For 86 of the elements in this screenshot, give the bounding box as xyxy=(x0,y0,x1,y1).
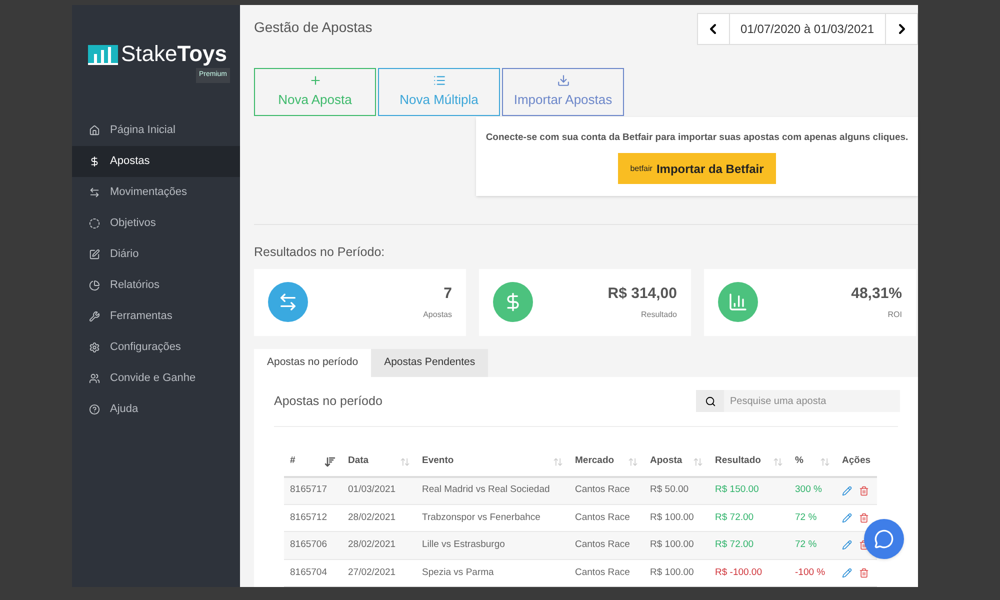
edit-icon xyxy=(89,249,100,260)
table-cell: Trabzonspor vs Fenerbahce xyxy=(422,512,540,523)
sidebar-item[interactable]: Diário xyxy=(72,239,240,270)
chat-icon xyxy=(874,529,894,549)
table-cell: R$ 100.00 xyxy=(650,512,694,523)
arrows-icon xyxy=(89,187,100,198)
delete-icon[interactable] xyxy=(859,568,869,578)
delete-icon[interactable] xyxy=(859,512,869,523)
list-icon xyxy=(432,74,446,87)
results-title: Resultados no Período: xyxy=(253,244,386,261)
table-cell: Spezia vs Parma xyxy=(422,566,494,578)
dollar-icon xyxy=(89,156,100,167)
stat-label: ROI xyxy=(888,308,902,321)
sidebar-item[interactable]: Movimentações xyxy=(72,177,240,208)
table-cell: R$ 150.00 xyxy=(715,484,759,496)
sidebar-item[interactable]: Configurações xyxy=(72,332,240,363)
table-cell: 27/02/2021 xyxy=(348,566,396,578)
column-header[interactable]: Mercado xyxy=(575,454,614,469)
stat-label: Apostas xyxy=(423,308,452,321)
column-header[interactable]: Aposta xyxy=(650,454,682,469)
wrench-icon xyxy=(89,311,100,322)
sidebar-item[interactable]: Convide e Ganhe xyxy=(72,363,240,394)
table-cell: 72 % xyxy=(795,512,817,523)
table-cell: R$ -100.00 xyxy=(715,566,762,578)
table-cell: Real Madrid vs Real Sociedad xyxy=(422,484,550,496)
table-cell: R$ 100.00 xyxy=(650,566,694,578)
table-cell: 72 % xyxy=(795,539,817,550)
pie-chart-icon xyxy=(89,280,100,291)
table-cell: 28/02/2021 xyxy=(348,539,396,550)
column-header[interactable]: # xyxy=(290,454,296,469)
circle-icon xyxy=(89,218,100,229)
table-cell: 300 % xyxy=(795,484,822,496)
logo-text: StakeToys xyxy=(121,43,227,65)
help-icon xyxy=(89,404,100,415)
table-title: Apostas no período xyxy=(274,392,382,410)
edit-icon[interactable] xyxy=(842,486,852,496)
table-cell: Cantos Race xyxy=(575,566,630,578)
table-cell: 28/02/2021 xyxy=(348,512,396,523)
table-cell: 8165712 xyxy=(290,512,327,523)
table-cell: R$ 72.00 xyxy=(715,512,754,523)
tab[interactable]: Apostas Pendentes xyxy=(371,348,488,376)
table-cell: Cantos Race xyxy=(575,484,630,496)
table-cell: R$ 72.00 xyxy=(715,539,754,550)
betfair-import-button[interactable]: betfair Importar da Betfair xyxy=(618,153,776,184)
search-icon xyxy=(704,396,716,406)
table-cell: -100 % xyxy=(795,566,826,578)
edit-icon[interactable] xyxy=(842,540,852,550)
edit-icon[interactable] xyxy=(842,568,852,578)
column-header[interactable]: Evento xyxy=(422,454,454,469)
table-cell: Cantos Race xyxy=(575,539,630,550)
sort-icon[interactable] xyxy=(324,456,336,468)
arrows-icon xyxy=(278,292,298,312)
bar-chart-icon xyxy=(728,292,748,312)
table-cell: 8165717 xyxy=(290,484,327,496)
column-header[interactable]: Data xyxy=(348,454,369,469)
page-title: Gestão de Apostas xyxy=(254,18,372,37)
table-cell: Lille vs Estrasburgo xyxy=(422,539,505,550)
sidebar-item[interactable]: Relatórios xyxy=(72,270,240,301)
betfair-message: Conecte-se com sua conta da Betfair para importar suas apostas com apenas alguns cliques. xyxy=(486,130,908,145)
sidebar-item[interactable]: Página Inicial xyxy=(72,115,240,146)
sidebar-item[interactable]: Apostas xyxy=(72,146,240,177)
table-cell: Cantos Race xyxy=(575,512,630,523)
table-cell: R$ 50.00 xyxy=(650,484,689,496)
column-header[interactable]: Resultado xyxy=(715,454,761,469)
sidebar-item[interactable]: Ferramentas xyxy=(72,301,240,332)
sidebar-item[interactable]: Objetivos xyxy=(72,208,240,239)
edit-icon[interactable] xyxy=(842,512,852,523)
delete-icon[interactable] xyxy=(859,486,869,496)
plus-icon xyxy=(308,74,322,87)
stat-label: Resultado xyxy=(640,308,677,321)
table-cell: 8165706 xyxy=(290,539,327,550)
table-cell: 01/03/2021 xyxy=(348,484,396,496)
download-icon xyxy=(556,74,570,87)
column-header[interactable]: % xyxy=(795,454,804,469)
logo-icon xyxy=(88,43,118,65)
table-cell: R$ 100.00 xyxy=(650,539,694,550)
column-header[interactable]: Ações xyxy=(842,454,871,469)
home-icon xyxy=(89,125,100,136)
stat-value: 7 xyxy=(444,284,452,304)
tab[interactable]: Apostas no período xyxy=(254,348,372,376)
table-cell: 8165704 xyxy=(290,566,327,578)
sidebar-item[interactable]: Ajuda xyxy=(72,394,240,425)
stat-value: 48,31% xyxy=(851,284,902,304)
users-icon xyxy=(89,373,100,384)
settings-icon xyxy=(89,342,100,353)
stat-value: R$ 314,00 xyxy=(608,284,677,304)
